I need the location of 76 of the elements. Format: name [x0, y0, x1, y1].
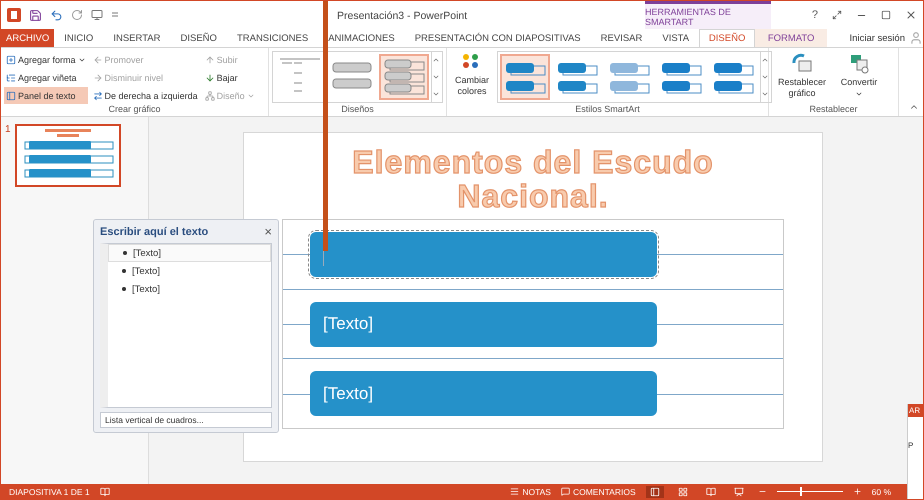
convert-icon	[848, 53, 870, 75]
style-option[interactable]	[500, 54, 550, 100]
pane-title: Escribir aquí el texto	[100, 226, 208, 238]
ribbon-tab[interactable]: ARCHIVO	[1, 29, 54, 47]
ribbon-tab[interactable]: FORMATO	[755, 29, 828, 47]
close-icon[interactable]	[905, 9, 917, 21]
save-icon[interactable]	[29, 8, 42, 22]
undo-icon[interactable]	[50, 8, 63, 22]
group-label: Diseños	[341, 104, 374, 116]
app-logo-icon	[7, 8, 21, 22]
close-button[interactable]: ×	[264, 224, 272, 239]
bullet-list-icon	[6, 72, 16, 82]
ribbon-tab[interactable]: VISTA	[652, 29, 700, 47]
bullet-item[interactable]: [Texto]	[108, 262, 271, 280]
zoom-thumb[interactable]	[800, 487, 802, 496]
slide-counter: DIAPOSITIVA 1 DE 1	[9, 486, 90, 496]
comments-button[interactable]: COMENTARIOS	[560, 486, 636, 496]
help-button[interactable]: ?	[812, 9, 818, 21]
smartart-frame[interactable]: [Texto] [Texto]	[282, 219, 784, 429]
zoom-level[interactable]: 60 %	[872, 486, 891, 496]
ribbon-button[interactable]: Agregar viñeta	[4, 69, 88, 86]
ribbon-button[interactable]: Convertir	[835, 51, 883, 100]
zoom-in-icon[interactable]	[852, 487, 862, 496]
ribbon-button[interactable]: Panel de texto	[4, 87, 88, 104]
ribbon-tab[interactable]: INSERTAR	[103, 29, 170, 47]
group-label: Restablecer	[809, 104, 858, 116]
ribbon-tab[interactable]: ANIMACIONES	[318, 29, 405, 47]
arrow-left-icon	[92, 54, 103, 64]
swap-arrows-icon	[92, 90, 103, 100]
bullet-item[interactable]: [Texto]	[108, 244, 271, 262]
text-shape[interactable]: [Texto]	[310, 371, 657, 416]
bullet-item[interactable]: [Texto]	[108, 280, 271, 298]
ribbon-tab[interactable]: PRESENTACIÓN CON DIAPOSITIVAS	[404, 29, 591, 47]
org-chart-icon	[204, 90, 215, 100]
group-label: Crear gráfico	[108, 104, 161, 116]
spell-check-icon[interactable]	[100, 486, 110, 496]
comment-icon	[560, 487, 570, 496]
arrow-up-icon	[204, 54, 215, 64]
sign-in-link[interactable]: Iniciar sesión	[850, 32, 905, 44]
ribbon-button[interactable]: Restablecer gráfico	[772, 51, 832, 101]
ribbon-button[interactable]: Bajar	[202, 69, 257, 86]
maximize-icon[interactable]	[881, 10, 891, 20]
change-colors-button[interactable]: Cambiar colores	[450, 51, 494, 99]
window-title: Presentación3 - PowerPoint	[337, 10, 468, 22]
slide-title: Elementos del Escudo Nacional.	[351, 145, 715, 213]
slideshow-icon	[734, 486, 744, 496]
ribbon-tab[interactable]: DISEÑO	[699, 29, 756, 47]
ribbon-button[interactable]: De derecha a izquierda	[90, 87, 200, 104]
customize-icon[interactable]	[111, 11, 119, 19]
boxes-layout-icon	[382, 57, 426, 97]
arrow-right-icon	[92, 72, 103, 82]
redo-icon[interactable]	[71, 9, 83, 21]
text-pane-icon	[6, 90, 16, 100]
ribbon-tab[interactable]: TRANSICIONES	[226, 29, 318, 47]
notes-button[interactable]: NOTAS	[510, 486, 551, 496]
view-button[interactable]	[646, 486, 664, 498]
slideshow-icon[interactable]	[91, 9, 103, 21]
slide-number: 1	[5, 124, 11, 135]
contextual-tab-header: HERRAMIENTAS DE SMARTART	[645, 1, 771, 29]
notes-icon	[510, 487, 520, 496]
window-text: P	[908, 441, 914, 450]
layout-option[interactable]	[379, 54, 429, 100]
ribbon-tab[interactable]: INICIO	[54, 29, 104, 47]
user-icon	[909, 31, 923, 45]
grid-view-icon	[678, 486, 688, 496]
ribbon-tab[interactable]: DISEÑO	[170, 29, 227, 47]
ribbon-display-icon[interactable]	[832, 10, 842, 20]
text-shape[interactable]: [Texto]	[310, 302, 657, 346]
arrow-down-icon	[204, 72, 215, 82]
reading-view-icon	[706, 486, 716, 496]
ribbon-button[interactable]: Agregar forma	[4, 51, 88, 68]
layout-name: Lista vertical de cuadros...	[100, 412, 272, 428]
group-label: Estilos SmartArt	[575, 104, 640, 116]
ribbon-tab[interactable]: REVISAR	[590, 29, 652, 47]
normal-view-icon	[650, 486, 660, 496]
add-shape-icon	[6, 54, 16, 64]
